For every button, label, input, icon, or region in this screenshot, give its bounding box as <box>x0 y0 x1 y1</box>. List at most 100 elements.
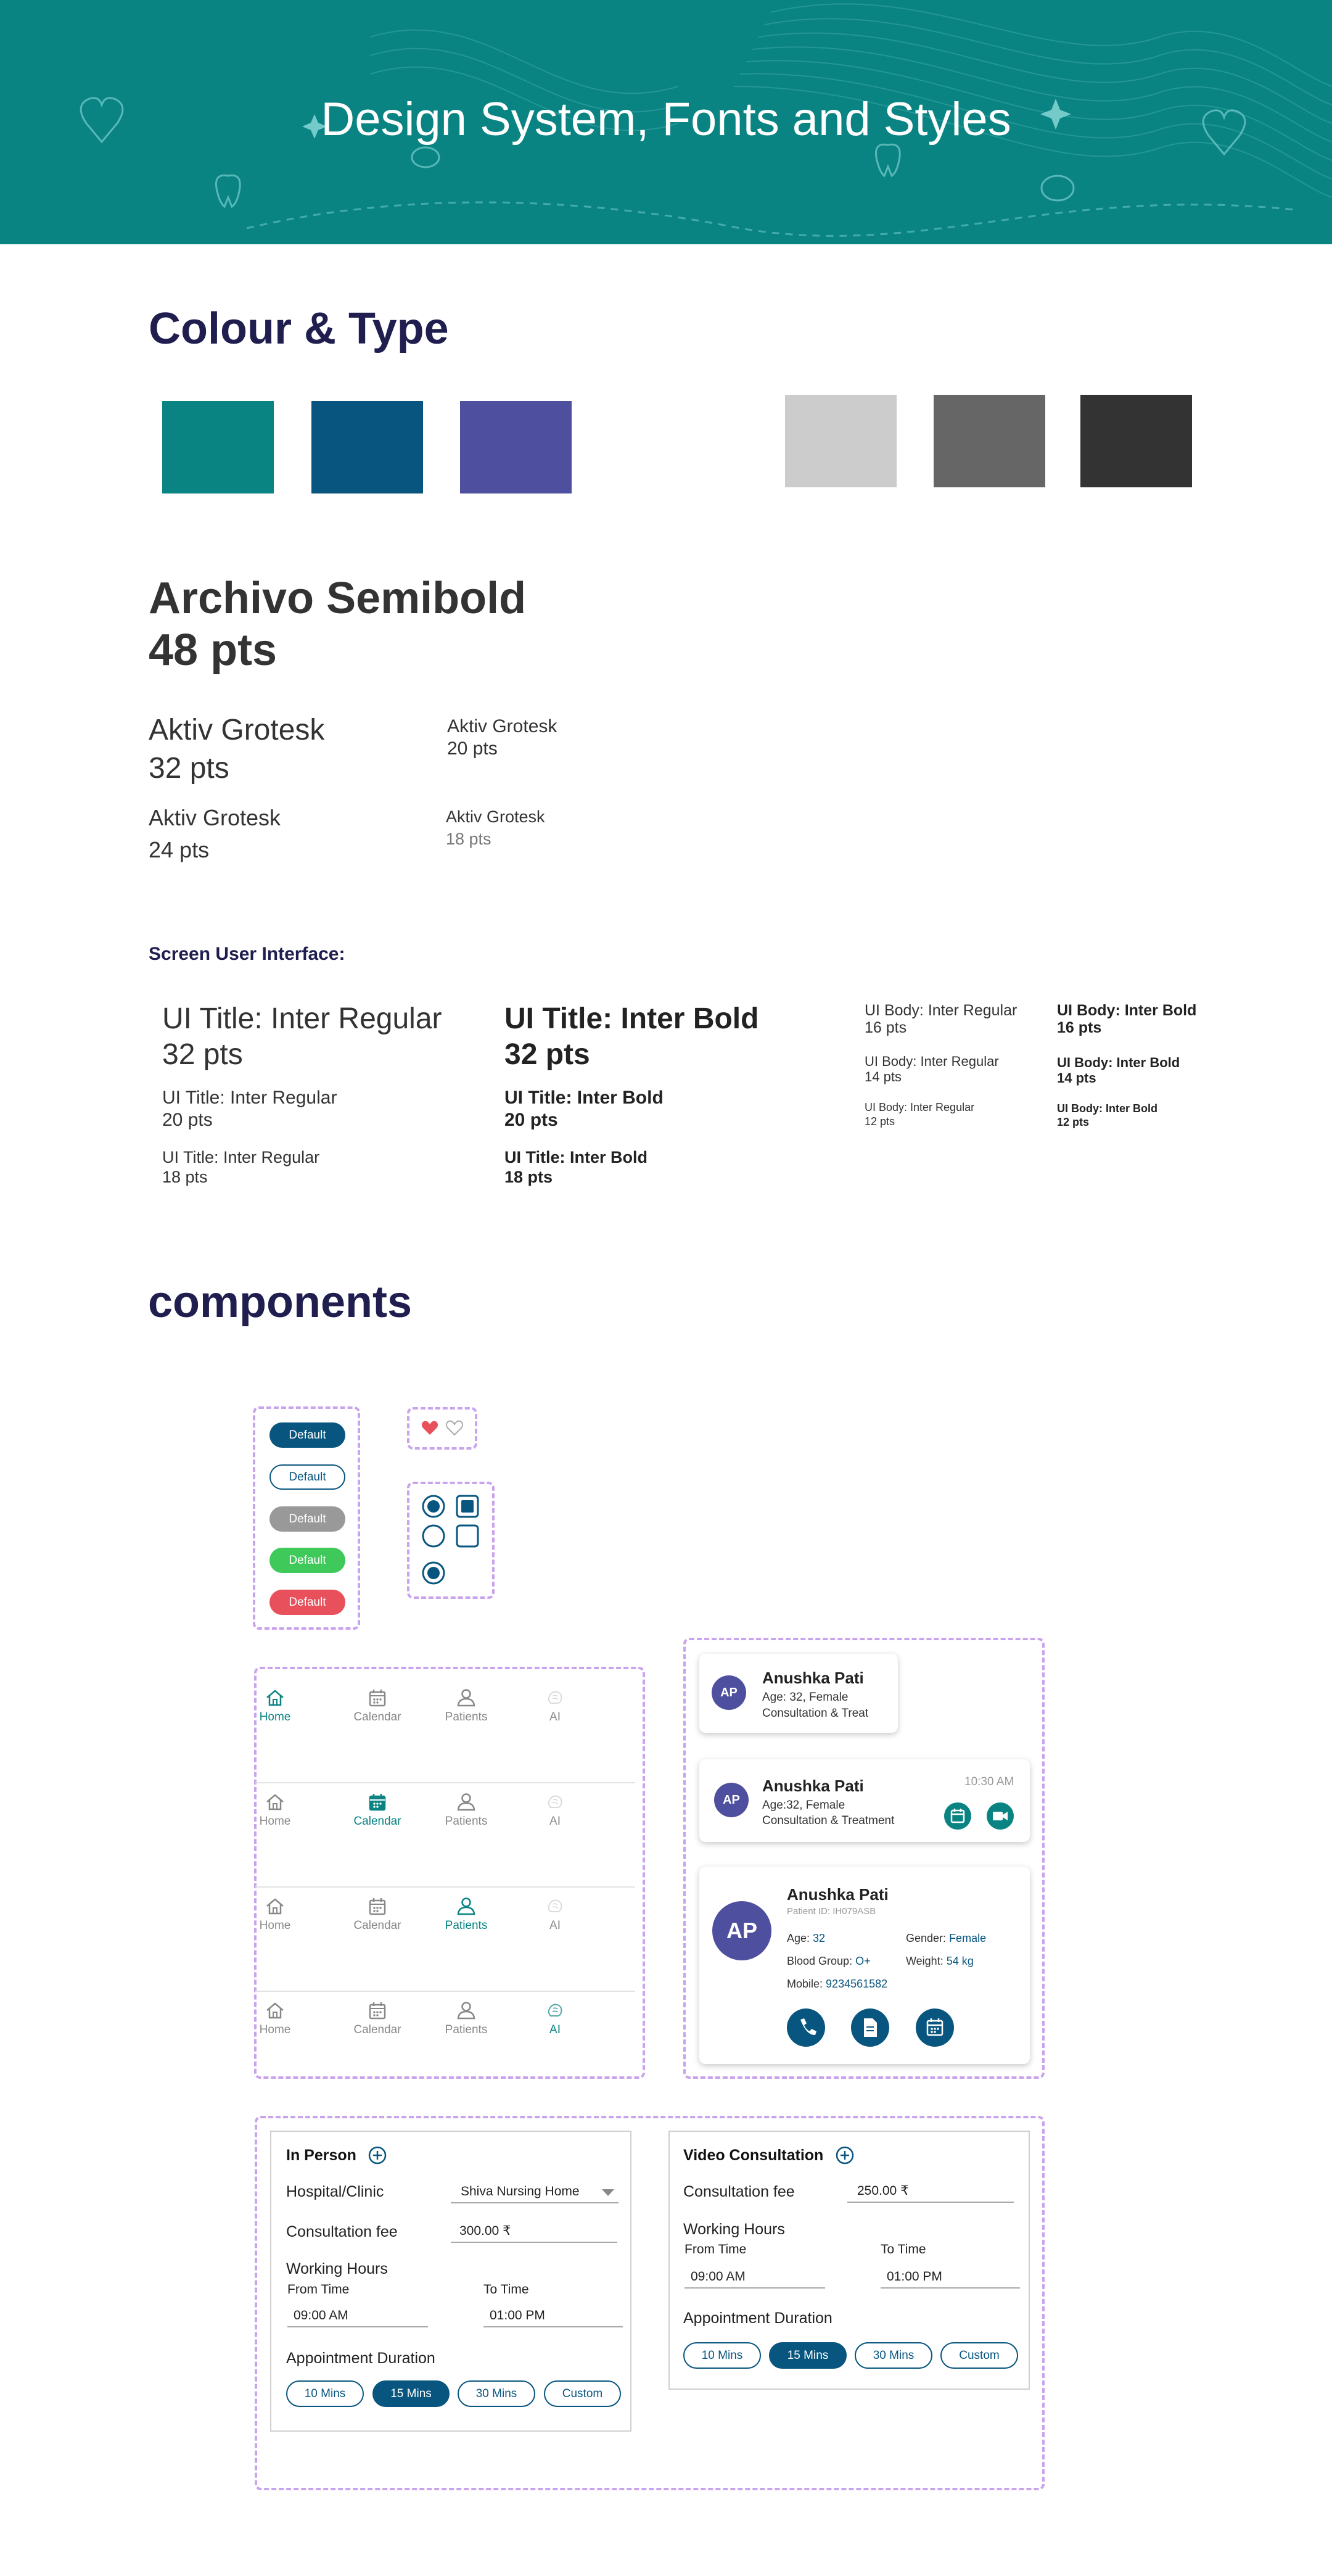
ui-body-bold-14-size: 14 pts <box>1057 1070 1096 1086</box>
video-duration-10-mins[interactable]: 10 Mins <box>683 2342 761 2369</box>
nav-item-patients[interactable]: Patients <box>435 1897 497 1933</box>
patient-service: Consultation & Treatment <box>762 1814 895 1827</box>
nav-label: Home <box>259 1711 291 1724</box>
type-sample-aktiv-32: Aktiv Grotesk 32 pts <box>149 711 324 788</box>
type-sample-aktiv-24-size: 24 pts <box>149 837 210 862</box>
checkbox-unchecked[interactable] <box>455 1524 480 1548</box>
patient-card-medium[interactable]: AP Anushka Pati Age:32, Female Consultat… <box>699 1759 1030 1842</box>
ui-body-regular-16-size: 16 pts <box>865 1019 907 1036</box>
type-sample-archivo-size: 48 pts <box>149 625 278 675</box>
nav-label: Calendar <box>353 2023 401 2036</box>
type-sample-aktiv-18-name: Aktiv Grotesk <box>446 807 545 826</box>
age-value: 32 <box>813 1932 826 1944</box>
video-call-button[interactable] <box>987 1802 1014 1830</box>
in-person-title: In Person <box>286 2147 356 2164</box>
hospital-select[interactable]: Shiva Nursing Home <box>451 2181 619 2203</box>
document-button[interactable] <box>851 2008 889 2047</box>
video-working-hours-label: Working Hours <box>683 2221 785 2238</box>
nav-item-patients[interactable]: Patients <box>435 1793 497 1828</box>
nav-item-home[interactable]: Home <box>244 1897 306 1933</box>
video-duration-30-mins[interactable]: 30 Mins <box>855 2342 932 2369</box>
radio-unselected[interactable] <box>421 1524 446 1548</box>
nav-item-ai[interactable]: AI <box>524 1688 586 1724</box>
duration-10-mins[interactable]: 10 Mins <box>286 2380 364 2407</box>
nav-item-home[interactable]: Home <box>244 1688 306 1724</box>
duration-30-mins[interactable]: 30 Mins <box>458 2380 535 2407</box>
ui-title-regular-20: UI Title: Inter Regular 20 pts <box>162 1087 337 1131</box>
nav-item-patients[interactable]: Patients <box>435 2001 497 2037</box>
ui-title-bold-20-size: 20 pts <box>504 1110 558 1130</box>
blood-value: O+ <box>855 1955 871 1967</box>
call-button[interactable] <box>787 2008 825 2047</box>
button-default-disabled[interactable]: Default <box>269 1506 345 1532</box>
ui-body-bold-16-name: UI Body: Inter Bold <box>1057 1002 1197 1019</box>
gender-label: Gender: <box>906 1932 947 1944</box>
ui-title-regular-18: UI Title: Inter Regular 18 pts <box>162 1147 319 1187</box>
type-sample-aktiv-20: Aktiv Grotesk 20 pts <box>447 716 557 760</box>
duration-custom[interactable]: Custom <box>544 2380 621 2407</box>
patient-card-small[interactable]: AP Anushka Pati Age: 32, Female Consulta… <box>699 1654 898 1733</box>
nav-item-home[interactable]: Home <box>244 1793 306 1828</box>
video-fee-label: Consultation fee <box>683 2183 795 2200</box>
heart-outline-icon[interactable] <box>446 1420 463 1436</box>
schedule-button[interactable] <box>916 2008 954 2047</box>
patient-card-detailed[interactable]: AP Anushka Pati Patient ID: IH079ASB Age… <box>699 1867 1030 2064</box>
patient-blood-field: Blood Group: O+ <box>787 1955 871 1968</box>
video-duration-custom[interactable]: Custom <box>940 2342 1018 2369</box>
radio-selected[interactable] <box>421 1494 446 1519</box>
nav-label: Patients <box>445 2023 488 2036</box>
nav-label: Calendar <box>353 1919 401 1932</box>
working-hours-label: Working Hours <box>286 2260 388 2277</box>
patient-service: Consultation & Treat <box>762 1707 869 1720</box>
calendar-icon <box>369 2002 386 2020</box>
duration-15-mins[interactable]: 15 Mins <box>372 2380 450 2407</box>
calendar-button[interactable] <box>944 1802 971 1830</box>
type-sample-aktiv-32-name: Aktiv Grotesk <box>149 714 325 746</box>
nav-label: Home <box>259 1919 291 1932</box>
type-sample-archivo: Archivo Semibold 48 pts <box>149 572 526 676</box>
nav-item-home[interactable]: Home <box>244 2001 306 2037</box>
video-to-time-input[interactable]: 01:00 PM <box>881 2266 1020 2289</box>
nav-label: AI <box>549 1815 561 1828</box>
ui-title-regular-32-size: 32 pts <box>162 1038 243 1071</box>
mobile-value: 9234561582 <box>826 1978 888 1990</box>
nav-item-calendar[interactable]: Calendar <box>347 2001 408 2037</box>
fee-label: Consultation fee <box>286 2223 398 2240</box>
nav-item-ai[interactable]: AI <box>524 2001 586 2037</box>
type-sample-aktiv-18-size: 18 pts <box>446 830 491 848</box>
ui-title-regular-20-size: 20 pts <box>162 1110 213 1130</box>
video-from-time-input[interactable]: 09:00 AM <box>684 2266 825 2289</box>
patients-icon <box>457 1793 475 1811</box>
video-fee-input[interactable]: 250.00 ₹ <box>847 2181 1014 2203</box>
button-default-success[interactable]: Default <box>269 1548 345 1573</box>
nav-item-calendar[interactable]: Calendar <box>347 1897 408 1933</box>
button-default-danger[interactable]: Default <box>269 1590 345 1615</box>
nav-item-patients[interactable]: Patients <box>435 1688 497 1724</box>
to-time-input[interactable]: 01:00 PM <box>483 2305 623 2327</box>
button-default-primary[interactable]: Default <box>269 1422 345 1448</box>
video-icon <box>993 1812 1008 1820</box>
nav-item-ai[interactable]: AI <box>524 1793 586 1828</box>
button-default-outline[interactable]: Default <box>269 1464 345 1490</box>
nav-item-calendar[interactable]: Calendar <box>347 1793 408 1828</box>
fee-input[interactable]: 300.00 ₹ <box>451 2221 617 2243</box>
ui-title-bold-32-name: UI Title: Inter Bold <box>504 1002 759 1035</box>
add-in-person-icon[interactable] <box>368 2145 387 2165</box>
bottom-nav-variant-3: Home Calendar Patients AI <box>255 1897 638 1959</box>
nav-item-ai[interactable]: AI <box>524 1897 586 1933</box>
ui-body-regular-16-name: UI Body: Inter Regular <box>865 1002 1018 1019</box>
video-title: Video Consultation <box>683 2147 824 2164</box>
add-video-icon[interactable] <box>835 2145 855 2165</box>
checkbox-checked[interactable] <box>455 1494 480 1519</box>
nav-item-calendar[interactable]: Calendar <box>347 1688 408 1724</box>
avatar: AP <box>712 1675 746 1710</box>
from-time-input[interactable]: 09:00 AM <box>287 2305 428 2327</box>
heart-filled-icon[interactable] <box>421 1420 438 1436</box>
radio-selected-alt[interactable] <box>421 1561 446 1585</box>
ui-body-bold-16: UI Body: Inter Bold 16 pts <box>1057 1002 1196 1036</box>
ui-body-regular-14-size: 14 pts <box>865 1069 902 1084</box>
swatch-blue <box>311 401 423 493</box>
video-duration-15-mins[interactable]: 15 Mins <box>769 2342 847 2369</box>
nav-label: Patients <box>445 1711 488 1724</box>
ui-body-regular-16: UI Body: Inter Regular 16 pts <box>865 1002 1017 1036</box>
